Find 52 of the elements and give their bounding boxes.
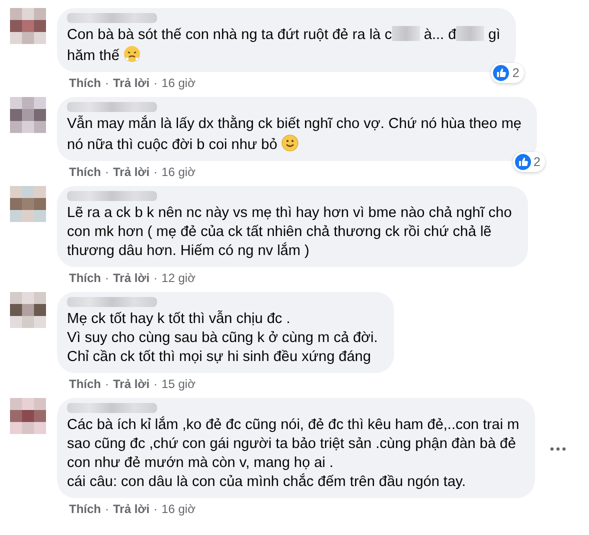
comment-text: Các bà ích kỉ lắm ,ko đẻ đc cũng nói, đẻ đc thì kêu ham đẻ,..con trai m: [67, 417, 520, 433]
timestamp: 12 giờ: [162, 270, 196, 287]
comment-text: Chỉ cần ck tốt thì mọi sự hi sinh đều xứng đáng: [67, 349, 371, 365]
reaction-badge[interactable]: 2: [512, 152, 546, 172]
like-count: 2: [534, 154, 540, 171]
more-icon[interactable]: [550, 447, 566, 451]
emoji-icon: [123, 45, 142, 63]
like-link[interactable]: Thích: [69, 269, 101, 287]
comment-text: à... đ: [422, 27, 456, 43]
reply-link[interactable]: Trả lời: [113, 163, 150, 181]
comment-text: thương dâu hơn. Hiếm có ng nv lắm ): [67, 243, 310, 259]
comment-text: Lẽ ra a ck b k nên nc này vs mẹ thì hay hơn vì bme nào chả nghĩ cho: [67, 205, 512, 221]
thumbs-up-icon: [493, 65, 510, 81]
comment-text: nó nữa thì cuộc đời b coi như bỏ: [67, 137, 278, 153]
comment-text: hăm thế: [67, 48, 120, 64]
separator-dot: ·: [154, 376, 158, 393]
comment-text: Vẫn may mắn là lấy dx thằng ck biết nghĩ cho vợ. Chứ nó hùa theo mẹ: [67, 116, 522, 132]
comment-text: con mk hơn ( mẹ đẻ của ck tất nhiên chả thương ck rồi chứ chả lẽ: [67, 224, 492, 240]
like-link[interactable]: Thích: [69, 74, 101, 92]
like-count: 2: [512, 64, 520, 82]
like-link[interactable]: Thích: [69, 500, 101, 518]
separator-dot: ·: [105, 75, 109, 92]
blurred-text: [456, 26, 484, 41]
thumbs-up-icon: [514, 154, 531, 170]
blurred-text: [392, 26, 420, 41]
comment-text: Vì suy cho cùng sau bà cũng k ở cùng m cả đời.: [67, 330, 378, 346]
comment-text: con như đẻ mướn mà còn v, mang họ ai .: [67, 455, 334, 471]
separator-dot: ·: [154, 75, 158, 92]
timestamp: 16 giờ: [162, 75, 196, 92]
separator-dot: ·: [105, 270, 109, 287]
separator-dot: ·: [154, 164, 158, 181]
separator-dot: ·: [154, 501, 158, 518]
reply-link[interactable]: Trả lời: [113, 375, 150, 393]
separator-dot: ·: [105, 376, 109, 393]
reply-link[interactable]: Trả lời: [113, 269, 150, 287]
comment-text: sao cũng đc ,chứ con gái người ta bảo triệt sản .cùng phận đàn bà đẻ: [67, 436, 516, 452]
emoji-icon: [281, 134, 300, 152]
separator-dot: ·: [105, 164, 109, 181]
separator-dot: ·: [154, 270, 158, 287]
timestamp: 15 giờ: [162, 376, 196, 393]
comment-text: Mẹ ck tốt hay k tốt thì vẫn chịu đc .: [67, 311, 290, 327]
reply-link[interactable]: Trả lời: [113, 74, 150, 92]
reaction-badge[interactable]: 2: [491, 63, 524, 83]
like-link[interactable]: Thích: [69, 375, 101, 393]
comment-text: gì: [487, 27, 500, 43]
like-link[interactable]: Thích: [69, 163, 101, 181]
comment-text: Con bà bà sót thế con nhà ng ta đứt ruột đẻ ra là c: [67, 27, 392, 43]
timestamp: 16 giờ: [162, 164, 196, 181]
comment-text: cái câu: con dâu là con của mình chắc đếm trên đầu ngón tay.: [67, 474, 466, 490]
timestamp: 16 giờ: [162, 501, 196, 518]
separator-dot: ·: [105, 501, 109, 518]
reply-link[interactable]: Trả lời: [113, 500, 150, 518]
